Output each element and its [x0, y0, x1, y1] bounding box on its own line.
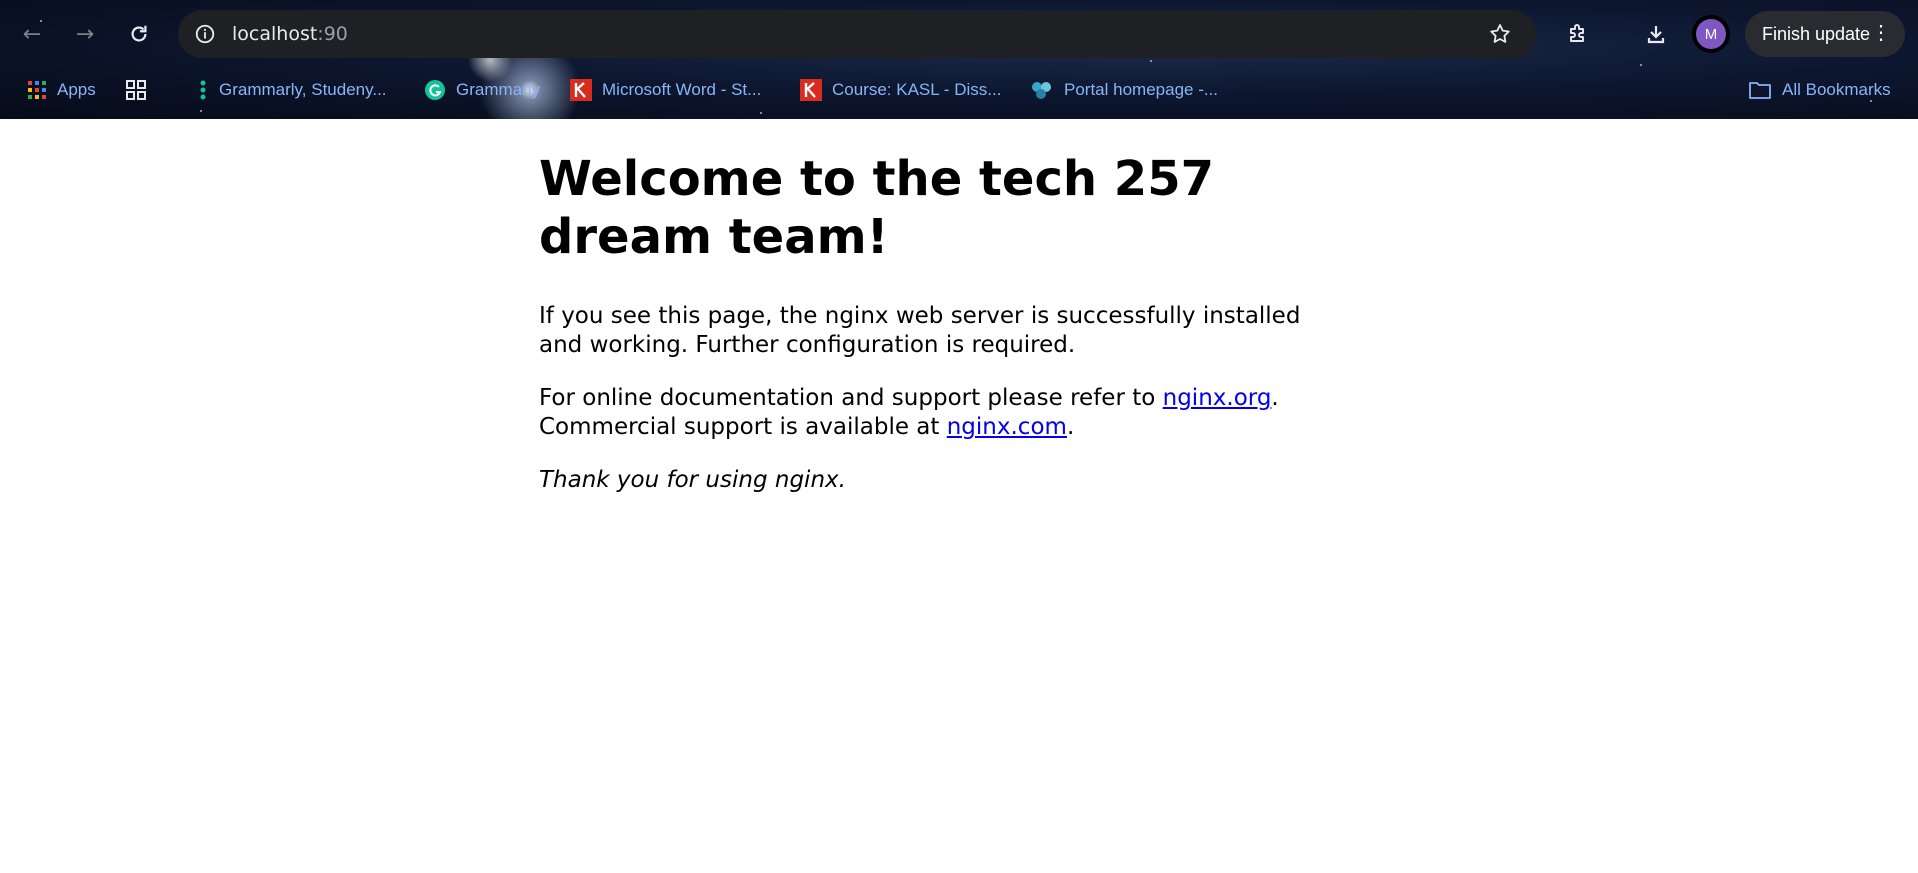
url-port: :90 — [317, 23, 348, 45]
bookmark-grammarly-studeny[interactable]: Grammarly, Studeny... — [197, 76, 387, 104]
documentation-paragraph: For online documentation and support ple… — [539, 384, 1339, 442]
extensions-button[interactable] — [1561, 17, 1595, 51]
bookmark-label: Microsoft Word - St... — [602, 80, 762, 99]
bookmark-label: Grammarly, Studeny... — [219, 80, 387, 99]
url-host: localhost — [232, 23, 318, 45]
browser-chrome: ← → localhost:90 M Finish update ⋮ Apps … — [0, 0, 1918, 119]
intro-paragraph: If you see this page, the nginx web serv… — [539, 303, 1301, 358]
bookmark-grammarly[interactable]: Grammarly — [424, 76, 540, 104]
bookmarks-bar: Apps Grammarly, Studeny... Grammarly Mic… — [0, 70, 1918, 108]
nginx-org-link[interactable]: nginx.org — [1163, 385, 1272, 411]
doc-text-mid: . — [1271, 385, 1279, 411]
portal-icon — [1030, 79, 1054, 101]
downloads-button[interactable] — [1639, 17, 1673, 51]
bookmark-apps[interactable]: Apps — [27, 76, 96, 104]
all-bookmarks-button[interactable]: All Bookmarks — [1748, 76, 1891, 104]
bookmark-star-button[interactable] — [1486, 20, 1514, 48]
reload-button[interactable] — [122, 17, 156, 51]
url-text[interactable]: localhost:90 — [232, 23, 348, 45]
puzzle-icon — [1570, 24, 1584, 42]
finish-update-button[interactable]: Finish update ⋮ — [1745, 11, 1905, 57]
doc-text-end: . — [1066, 414, 1075, 440]
grammarly-dots-icon — [197, 79, 209, 101]
grammarly-g-icon — [424, 79, 446, 101]
avatar-initial: M — [1696, 19, 1726, 49]
browser-toolbar: ← → localhost:90 M Finish update ⋮ — [0, 0, 1918, 66]
bookmark-course-kasl[interactable]: Course: KASL - Diss... — [800, 76, 1001, 104]
arrow-left-icon: ← — [22, 21, 42, 47]
doc-text-prefix: For online documentation and support ple… — [539, 385, 1163, 411]
reload-icon — [131, 25, 147, 42]
profile-avatar[interactable]: M — [1692, 15, 1730, 53]
thanks-text: Thank you for using nginx. — [539, 467, 846, 493]
all-bookmarks-label: All Bookmarks — [1782, 80, 1891, 99]
bookmark-tab-groups[interactable] — [125, 76, 157, 104]
folder-icon — [1748, 80, 1772, 100]
page-content: Welcome to the tech 257 dream team! If y… — [539, 150, 1339, 519]
bookmark-label: Course: KASL - Diss... — [832, 80, 1002, 99]
k-logo-icon — [570, 79, 592, 101]
finish-update-label: Finish update — [1762, 23, 1871, 44]
bookmark-label: Grammarly — [456, 80, 541, 99]
bookmark-label: Portal homepage -... — [1064, 80, 1219, 99]
bookmark-microsoft-word[interactable]: Microsoft Word - St... — [570, 76, 761, 104]
nginx-com-link[interactable]: nginx.com — [947, 414, 1067, 440]
tab-groups-icon — [125, 79, 147, 101]
info-icon — [195, 24, 215, 44]
apps-grid-icon — [27, 80, 47, 100]
k-logo-icon — [800, 79, 822, 101]
address-bar[interactable]: localhost:90 — [178, 10, 1536, 58]
more-vert-icon[interactable]: ⋮ — [1871, 20, 1891, 46]
bookmark-portal-homepage[interactable]: Portal homepage -... — [1030, 76, 1218, 104]
site-info-button[interactable] — [190, 19, 220, 49]
forward-button[interactable]: → — [68, 17, 102, 51]
arrow-right-icon: → — [75, 21, 95, 47]
star-icon — [1490, 24, 1510, 43]
download-icon — [1647, 26, 1665, 44]
thanks-paragraph: Thank you for using nginx. — [539, 466, 1339, 495]
page-heading: Welcome to the tech 257 dream team! — [539, 151, 1214, 265]
bookmark-label: Apps — [57, 80, 96, 99]
commercial-support-text: Commercial support is available at — [539, 414, 947, 440]
back-button[interactable]: ← — [15, 17, 49, 51]
